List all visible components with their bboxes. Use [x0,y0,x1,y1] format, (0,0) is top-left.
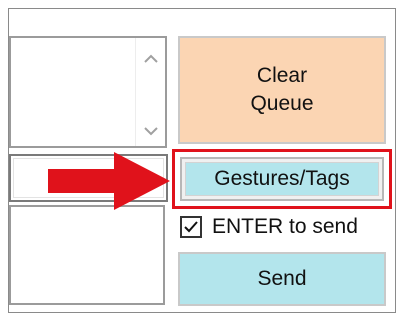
chevron-up-icon[interactable] [136,50,165,68]
enter-to-send-option: ENTER to send [180,213,358,241]
checkmark-icon [184,221,198,233]
chat-control-panel: Clear Queue Gestures/Tags ENTER to send … [0,0,401,317]
enter-to-send-label: ENTER to send [212,215,358,238]
vertical-scrollbar[interactable] [135,38,165,146]
red-arrow-icon [48,152,170,215]
chevron-down-icon[interactable] [136,122,165,140]
clear-queue-button[interactable]: Clear Queue [178,36,386,144]
enter-to-send-checkbox[interactable] [180,216,202,238]
gestures-tags-label: Gestures/Tags [185,162,379,196]
log-textarea[interactable] [9,205,165,305]
send-button[interactable]: Send [178,252,386,306]
gestures-tags-button[interactable]: Gestures/Tags [180,157,384,201]
message-queue-list[interactable] [9,36,167,148]
